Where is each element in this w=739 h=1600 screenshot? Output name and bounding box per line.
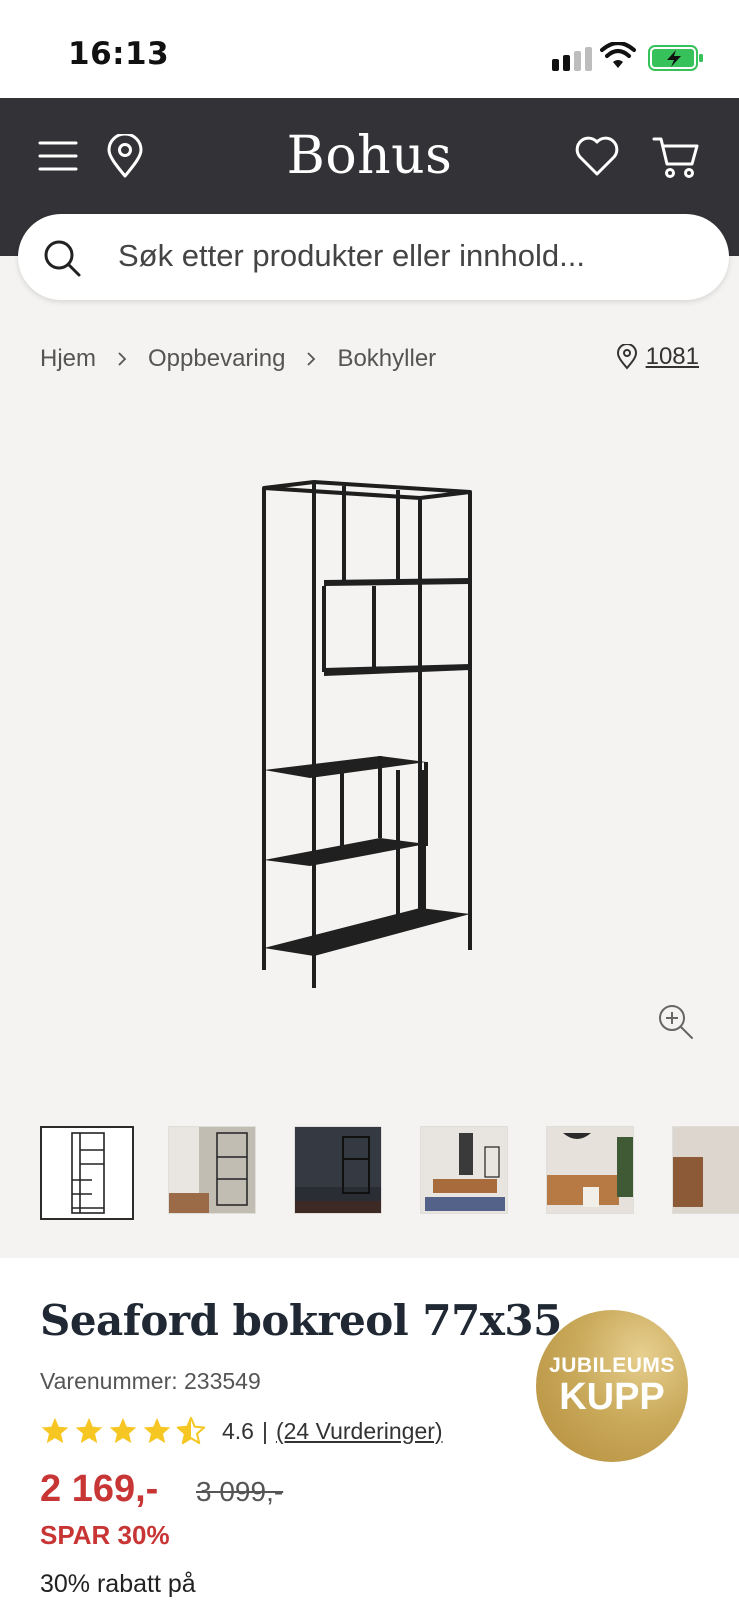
search-icon <box>44 240 81 277</box>
breadcrumb-item-bokhyller[interactable]: Bokhyller <box>337 345 436 373</box>
breadcrumb-item-oppbevaring[interactable]: Oppbevaring <box>148 345 285 373</box>
product-title: Seaford bokreol 77x35 <box>40 1296 562 1345</box>
heart-icon[interactable] <box>574 134 620 178</box>
star-filled-icon <box>41 1417 69 1444</box>
wifi-icon <box>600 42 636 68</box>
thumbnail-image[interactable] <box>672 1126 739 1214</box>
status-bar: 16:13 <box>0 0 739 98</box>
battery-charging-icon <box>648 45 703 71</box>
rating-value: 4.6 <box>222 1417 254 1444</box>
current-price: 2 169,- <box>40 1468 159 1510</box>
original-price: 3 099,- <box>196 1476 284 1507</box>
product-rating: 4.6 | (24 Vurderinger) <box>40 1416 443 1446</box>
thumbnail-image[interactable] <box>420 1126 508 1214</box>
star-filled-icon <box>109 1417 137 1444</box>
star-filled-icon <box>143 1417 171 1444</box>
star-half-icon <box>176 1416 206 1445</box>
product-image-bookshelf[interactable] <box>250 480 490 1010</box>
thumbnail-image[interactable] <box>168 1126 256 1214</box>
thumbnail-image[interactable] <box>546 1126 634 1214</box>
thumbnail-image[interactable] <box>40 1126 134 1220</box>
status-time: 16:13 <box>68 36 170 72</box>
zoom-in-icon[interactable] <box>656 1002 696 1042</box>
store-code[interactable]: 1081 <box>646 343 699 371</box>
reviews-link[interactable]: (24 Vurderinger) <box>276 1418 443 1445</box>
chevron-right-icon <box>307 352 316 366</box>
search-bar[interactable]: Søk etter produkter eller innhold... <box>18 214 729 300</box>
thumbnail-image[interactable] <box>294 1126 382 1214</box>
cart-icon[interactable] <box>652 134 700 180</box>
breadcrumb: Hjem Oppbevaring Bokhyller <box>40 345 436 373</box>
thumbnail-strip <box>40 1126 739 1220</box>
breadcrumb-item-home[interactable]: Hjem <box>40 345 96 373</box>
product-info: Seaford bokreol 77x35 Varenummer: 233549… <box>0 1258 739 1600</box>
rating-separator: | <box>261 1417 268 1444</box>
location-pin-icon <box>616 344 637 370</box>
product-sku: Varenummer: 233549 <box>40 1368 261 1394</box>
discount-label: SPAR 30% <box>40 1520 170 1550</box>
bohus-logo[interactable]: Bohus <box>0 126 739 186</box>
promo-text: 30% rabatt på <box>40 1570 196 1598</box>
jubileums-kupp-badge: JUBILEUMS KUPP <box>536 1310 688 1462</box>
star-filled-icon <box>75 1417 103 1444</box>
badge-line1: JUBILEUMS <box>549 1354 675 1377</box>
badge-line2: KUPP <box>559 1376 665 1418</box>
chevron-right-icon <box>118 352 127 366</box>
store-selector[interactable]: 1081 <box>616 343 699 371</box>
cellular-signal-icon <box>552 47 592 71</box>
search-input[interactable]: Søk etter produkter eller innhold... <box>118 238 585 274</box>
